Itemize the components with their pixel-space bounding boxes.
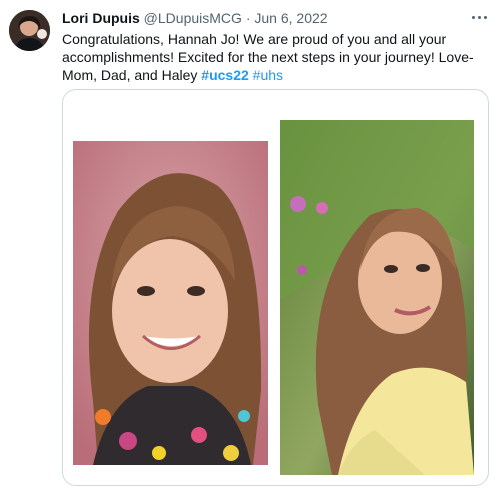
tweet[interactable]: Lori Dupuis @LDupuisMCG · Jun 6, 2022 Co… bbox=[0, 0, 500, 493]
more-dots-icon[interactable] bbox=[468, 8, 490, 26]
author-name[interactable]: Lori Dupuis bbox=[62, 10, 140, 26]
author-handle[interactable]: @LDupuisMCG bbox=[144, 10, 242, 26]
avatar-image bbox=[9, 10, 50, 51]
senior-photo-image bbox=[280, 120, 474, 475]
tweet-header: Lori Dupuis @LDupuisMCG · Jun 6, 2022 bbox=[62, 10, 462, 28]
child-photo[interactable] bbox=[73, 141, 268, 465]
hashtag-uhs[interactable]: #uhs bbox=[253, 67, 283, 83]
tweet-date[interactable]: Jun 6, 2022 bbox=[254, 10, 327, 26]
child-photo-image bbox=[73, 141, 268, 465]
tweet-text: Congratulations, Hannah Jo! We are proud… bbox=[62, 30, 482, 84]
senior-photo[interactable] bbox=[280, 120, 474, 475]
avatar[interactable] bbox=[9, 10, 50, 51]
tweet-media[interactable] bbox=[62, 89, 489, 486]
hashtag-ucs22[interactable]: #ucs22 bbox=[201, 67, 248, 83]
separator: · bbox=[245, 10, 251, 26]
